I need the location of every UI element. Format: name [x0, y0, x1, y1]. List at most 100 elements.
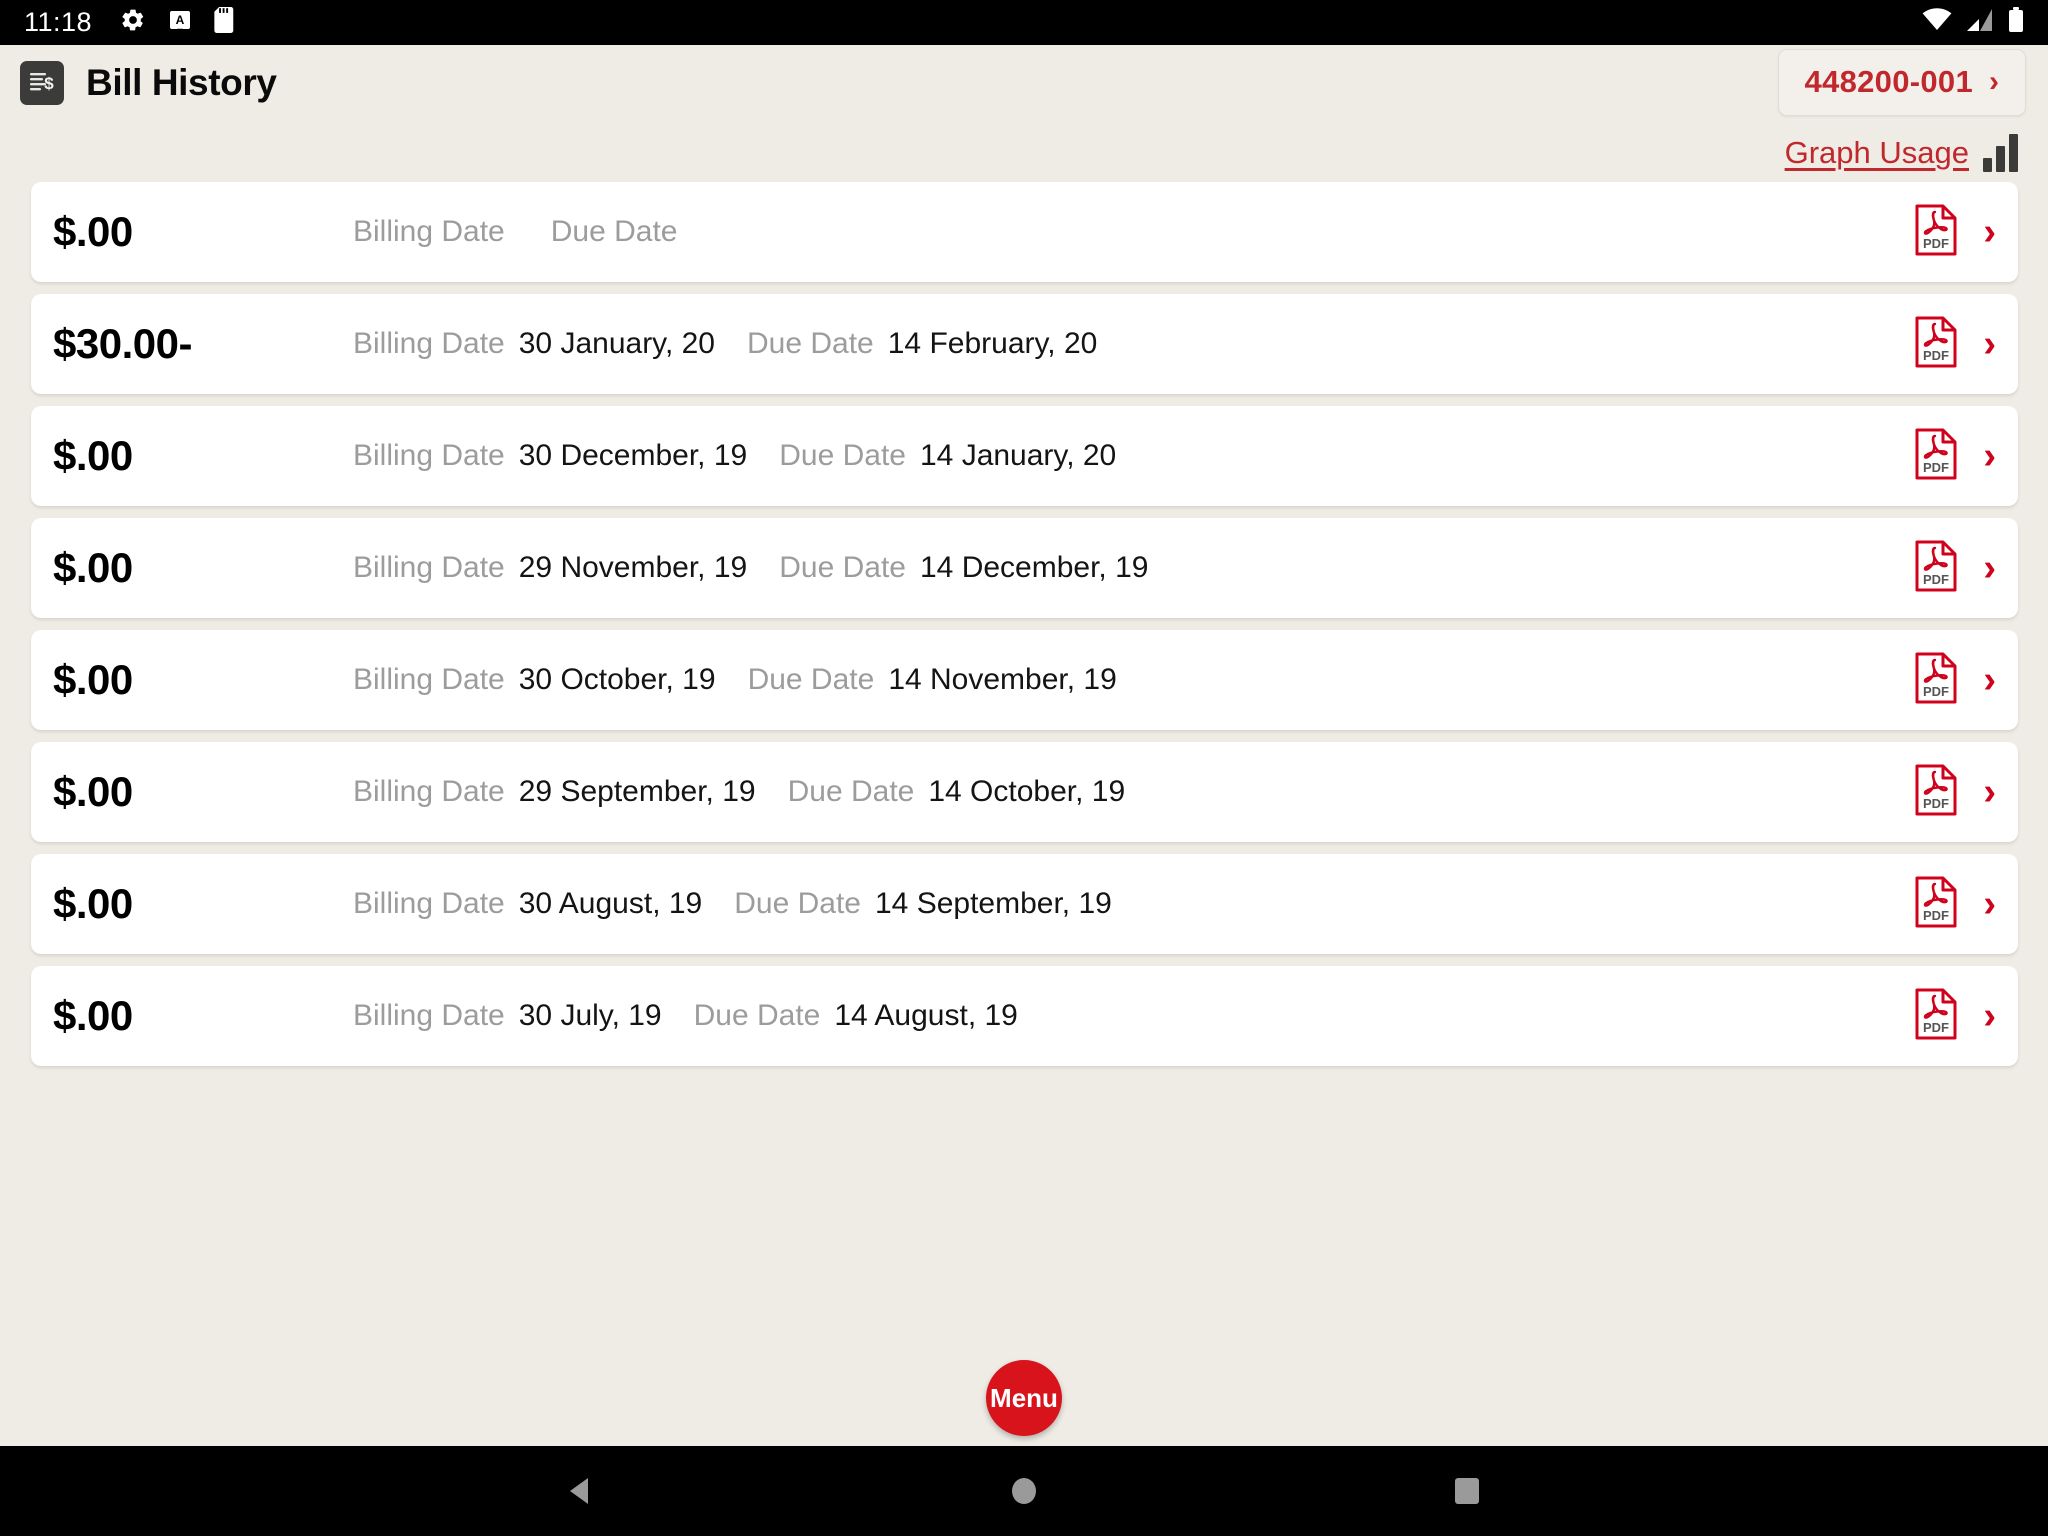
bill-dates: Billing Date Due Date — [353, 215, 1903, 249]
chevron-right-icon[interactable]: › — [1983, 661, 1996, 699]
billing-date-value: 30 December, 19 — [518, 439, 748, 472]
bill-dates: Billing Date 29 November, 19 Due Date 14… — [353, 551, 1903, 585]
row-actions: PDF › — [1915, 652, 1996, 709]
due-date-label: Due Date — [787, 775, 915, 808]
device-screen: 11:18 A ... $ Bill History 448200-001 › … — [0, 0, 2048, 1536]
main-content: Graph Usage $.00 Billing Date Due Date P… — [0, 120, 2048, 1446]
billing-date-label: Billing Date — [353, 663, 505, 696]
bill-amount: $.00 — [53, 992, 133, 1039]
bill-amount: $.00 — [53, 544, 133, 591]
due-date-value: 14 February, 20 — [887, 327, 1098, 360]
table-row[interactable]: $.00 Billing Date 29 November, 19 Due Da… — [31, 518, 2018, 618]
svg-text:PDF: PDF — [1923, 236, 1949, 251]
table-row[interactable]: $.00 Billing Date Due Date PDF › — [31, 182, 2018, 282]
billing-date-label: Billing Date — [353, 551, 505, 584]
svg-text:PDF: PDF — [1923, 572, 1949, 587]
svg-text:PDF: PDF — [1923, 908, 1949, 923]
row-actions: PDF › — [1915, 428, 1996, 485]
table-row[interactable]: $30.00- Billing Date 30 January, 20 Due … — [31, 294, 2018, 394]
status-bar-right-icons — [1922, 7, 2024, 38]
bill-dates: Billing Date 30 July, 19 Due Date 14 Aug… — [353, 999, 1903, 1033]
account-number-label: 448200-001 — [1804, 64, 1973, 99]
table-row[interactable]: $.00 Billing Date 30 October, 19 Due Dat… — [31, 630, 2018, 730]
due-date-label: Due Date — [693, 999, 821, 1032]
chevron-right-icon[interactable]: › — [1983, 997, 1996, 1035]
chevron-right-icon[interactable]: › — [1983, 325, 1996, 363]
bill-dates: Billing Date 30 January, 20 Due Date 14 … — [353, 327, 1903, 361]
pdf-icon[interactable]: PDF — [1915, 764, 1957, 821]
billing-date-label: Billing Date — [353, 775, 505, 808]
table-row[interactable]: $.00 Billing Date 30 December, 19 Due Da… — [31, 406, 2018, 506]
pdf-icon[interactable]: PDF — [1915, 652, 1957, 709]
chevron-right-icon[interactable]: › — [1983, 773, 1996, 811]
due-date-label: Due Date — [747, 663, 875, 696]
bill-amount: $.00 — [53, 880, 133, 927]
bill-amount: $.00 — [53, 656, 133, 703]
pdf-icon[interactable]: PDF — [1915, 988, 1957, 1045]
status-bar-clock: 11:18 — [24, 7, 93, 37]
pdf-icon[interactable]: PDF — [1915, 540, 1957, 597]
row-actions: PDF › — [1915, 764, 1996, 821]
bar-chart-icon[interactable] — [1983, 134, 2018, 172]
app-header: $ Bill History 448200-001 › — [0, 45, 2048, 120]
due-date-label: Due Date — [747, 327, 874, 360]
row-actions: PDF › — [1915, 876, 1996, 933]
table-row[interactable]: $.00 Billing Date 30 July, 19 Due Date 1… — [31, 966, 2018, 1066]
bill-document-icon: $ — [20, 60, 64, 105]
due-date-value: 14 October, 19 — [928, 775, 1126, 808]
billing-date-label: Billing Date — [353, 887, 505, 920]
pdf-icon[interactable]: PDF — [1915, 876, 1957, 933]
a-letter-icon: A ... — [168, 8, 192, 37]
menu-fab-button[interactable]: Menu — [986, 1360, 1062, 1436]
billing-date-label: Billing Date — [353, 327, 505, 360]
svg-text:...: ... — [177, 24, 183, 31]
chevron-right-icon[interactable]: › — [1983, 213, 1996, 251]
row-actions: PDF › — [1915, 316, 1996, 373]
cellular-signal-icon — [1966, 8, 1994, 37]
svg-text:PDF: PDF — [1923, 348, 1949, 363]
billing-date-value: 30 August, 19 — [518, 887, 703, 920]
pdf-icon[interactable]: PDF — [1915, 204, 1957, 261]
svg-text:PDF: PDF — [1923, 460, 1949, 475]
due-date-label: Due Date — [550, 215, 678, 248]
bill-amount: $.00 — [53, 432, 133, 479]
billing-date-value: 30 January, 20 — [518, 327, 715, 360]
chevron-right-icon[interactable]: › — [1983, 549, 1996, 587]
row-actions: PDF › — [1915, 988, 1996, 1045]
recents-square-icon[interactable] — [1422, 1446, 1512, 1536]
fab-area: Menu — [0, 1350, 2048, 1446]
sd-card-icon — [214, 7, 236, 38]
billing-date-value: 30 July, 19 — [518, 999, 662, 1032]
bill-list: $.00 Billing Date Due Date PDF › $30.00-… — [0, 182, 2048, 1350]
billing-date-label: Billing Date — [353, 215, 505, 248]
bill-dates: Billing Date 30 October, 19 Due Date 14 … — [353, 663, 1903, 697]
bill-amount: $.00 — [53, 208, 133, 255]
bill-amount: $.00 — [53, 768, 133, 815]
due-date-value: 14 September, 19 — [875, 887, 1112, 920]
android-navigation-bar — [0, 1446, 2048, 1536]
graph-usage-link[interactable]: Graph Usage — [1785, 135, 1969, 171]
battery-icon — [2008, 7, 2024, 38]
svg-text:PDF: PDF — [1923, 796, 1949, 811]
graph-usage-row: Graph Usage — [0, 120, 2048, 182]
billing-date-label: Billing Date — [353, 439, 505, 472]
chevron-right-icon[interactable]: › — [1983, 885, 1996, 923]
pdf-icon[interactable]: PDF — [1915, 316, 1957, 373]
chevron-right-icon[interactable]: › — [1983, 437, 1996, 475]
back-triangle-icon[interactable] — [536, 1446, 626, 1536]
billing-date-value: 30 October, 19 — [518, 663, 716, 696]
table-row[interactable]: $.00 Billing Date 30 August, 19 Due Date… — [31, 854, 2018, 954]
billing-date-value: 29 September, 19 — [518, 775, 756, 808]
due-date-label: Due Date — [734, 887, 861, 920]
bill-dates: Billing Date 30 August, 19 Due Date 14 S… — [353, 887, 1903, 921]
due-date-label: Due Date — [779, 551, 906, 584]
wifi-icon — [1922, 8, 1952, 37]
page-title: Bill History — [86, 61, 277, 103]
home-circle-icon[interactable] — [979, 1446, 1069, 1536]
status-bar-left-icons: A ... — [120, 7, 236, 38]
table-row[interactable]: $.00 Billing Date 29 September, 19 Due D… — [31, 742, 2018, 842]
row-actions: PDF › — [1915, 204, 1996, 261]
account-selector-button[interactable]: 448200-001 › — [1777, 49, 2026, 116]
pdf-icon[interactable]: PDF — [1915, 428, 1957, 485]
due-date-label: Due Date — [779, 439, 906, 472]
